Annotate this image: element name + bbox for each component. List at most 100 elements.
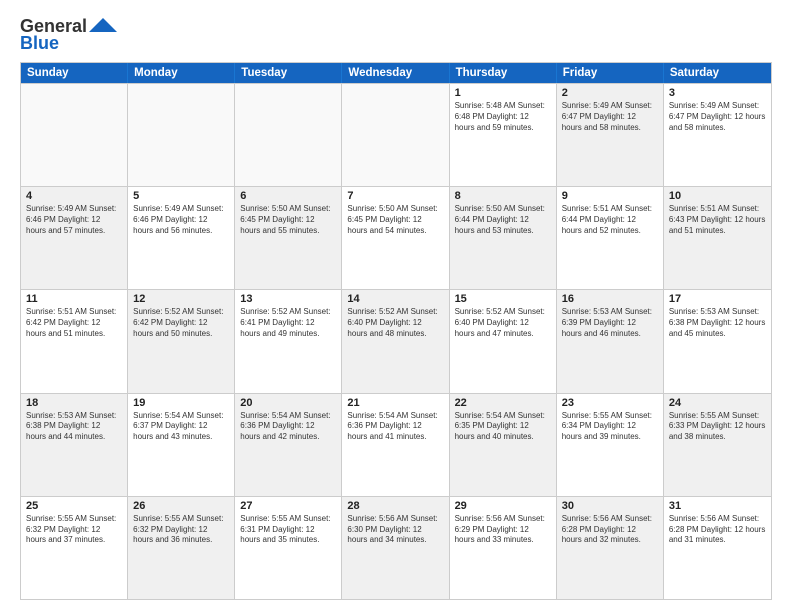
calendar-cell: [235, 84, 342, 186]
calendar-cell: 23 Sunrise: 5:55 AM Sunset: 6:34 PM Dayli…: [557, 394, 664, 496]
calendar-cell: [128, 84, 235, 186]
calendar-cell: 6Sunrise: 5:50 AM Sunset: 6:45 PM Daylig…: [235, 187, 342, 289]
calendar-cell: 26 Sunrise: 5:55 AM Sunset: 6:32 PM Dayli…: [128, 497, 235, 599]
day-info: Sunrise: 5:56 AM Sunset: 6:30 PM Dayligh…: [347, 514, 443, 546]
calendar-week-2: 4Sunrise: 5:49 AM Sunset: 6:46 PM Daylig…: [21, 186, 771, 289]
logo-blue: Blue: [20, 33, 59, 54]
calendar-cell: 24Sunrise: 5:55 AM Sunset: 6:33 PM Dayli…: [664, 394, 771, 496]
calendar-week-4: 18Sunrise: 5:53 AM Sunset: 6:38 PM Dayli…: [21, 393, 771, 496]
calendar-cell: [21, 84, 128, 186]
day-info: Sunrise: 5:56 AM Sunset: 6:29 PM Dayligh…: [455, 514, 551, 546]
calendar-cell: 31 Sunrise: 5:56 AM Sunset: 6:28 PM Dayli…: [664, 497, 771, 599]
calendar-header-wednesday: Wednesday: [342, 63, 449, 83]
calendar-cell: 9 Sunrise: 5:51 AM Sunset: 6:44 PM Daylig…: [557, 187, 664, 289]
day-info: Sunrise: 5:56 AM Sunset: 6:28 PM Dayligh…: [669, 514, 766, 546]
day-info: Sunrise: 5:55 AM Sunset: 6:31 PM Dayligh…: [240, 514, 336, 546]
day-number: 20: [240, 397, 336, 409]
calendar-cell: 18Sunrise: 5:53 AM Sunset: 6:38 PM Dayli…: [21, 394, 128, 496]
calendar-cell: 4Sunrise: 5:49 AM Sunset: 6:46 PM Daylig…: [21, 187, 128, 289]
calendar-cell: 28 Sunrise: 5:56 AM Sunset: 6:30 PM Dayli…: [342, 497, 449, 599]
day-info: Sunrise: 5:54 AM Sunset: 6:37 PM Dayligh…: [133, 411, 229, 443]
calendar-cell: 29 Sunrise: 5:56 AM Sunset: 6:29 PM Dayli…: [450, 497, 557, 599]
calendar-cell: 3 Sunrise: 5:49 AM Sunset: 6:47 PM Daylig…: [664, 84, 771, 186]
day-number: 12: [133, 293, 229, 305]
day-number: 18: [26, 397, 122, 409]
calendar-cell: 25Sunrise: 5:55 AM Sunset: 6:32 PM Dayli…: [21, 497, 128, 599]
day-info: Sunrise: 5:52 AM Sunset: 6:41 PM Dayligh…: [240, 307, 336, 339]
day-number: 25: [26, 500, 122, 512]
day-number: 21: [347, 397, 443, 409]
logo: General Blue: [20, 16, 117, 54]
day-number: 8: [455, 190, 551, 202]
day-number: 3: [669, 87, 766, 99]
calendar-header-thursday: Thursday: [450, 63, 557, 83]
header: General Blue: [20, 16, 772, 54]
day-info: Sunrise: 5:52 AM Sunset: 6:40 PM Dayligh…: [455, 307, 551, 339]
day-info: Sunrise: 5:49 AM Sunset: 6:47 PM Dayligh…: [669, 101, 766, 133]
day-number: 9: [562, 190, 658, 202]
calendar-cell: 14 Sunrise: 5:52 AM Sunset: 6:40 PM Dayli…: [342, 290, 449, 392]
day-info: Sunrise: 5:52 AM Sunset: 6:42 PM Dayligh…: [133, 307, 229, 339]
calendar-cell: 8Sunrise: 5:50 AM Sunset: 6:44 PM Daylig…: [450, 187, 557, 289]
day-info: Sunrise: 5:55 AM Sunset: 6:32 PM Dayligh…: [133, 514, 229, 546]
day-number: 10: [669, 190, 766, 202]
day-info: Sunrise: 5:49 AM Sunset: 6:46 PM Dayligh…: [133, 204, 229, 236]
day-number: 28: [347, 500, 443, 512]
day-number: 22: [455, 397, 551, 409]
calendar-cell: 30 Sunrise: 5:56 AM Sunset: 6:28 PM Dayli…: [557, 497, 664, 599]
calendar-cell: 27 Sunrise: 5:55 AM Sunset: 6:31 PM Dayli…: [235, 497, 342, 599]
day-info: Sunrise: 5:51 AM Sunset: 6:42 PM Dayligh…: [26, 307, 122, 339]
day-info: Sunrise: 5:55 AM Sunset: 6:34 PM Dayligh…: [562, 411, 658, 443]
calendar-cell: [342, 84, 449, 186]
day-number: 19: [133, 397, 229, 409]
day-number: 11: [26, 293, 122, 305]
day-info: Sunrise: 5:50 AM Sunset: 6:45 PM Dayligh…: [347, 204, 443, 236]
day-number: 5: [133, 190, 229, 202]
day-number: 13: [240, 293, 336, 305]
calendar-cell: 19 Sunrise: 5:54 AM Sunset: 6:37 PM Dayli…: [128, 394, 235, 496]
calendar-cell: 17 Sunrise: 5:53 AM Sunset: 6:38 PM Dayli…: [664, 290, 771, 392]
day-info: Sunrise: 5:54 AM Sunset: 6:35 PM Dayligh…: [455, 411, 551, 443]
calendar: SundayMondayTuesdayWednesdayThursdayFrid…: [20, 62, 772, 600]
calendar-cell: 11 Sunrise: 5:51 AM Sunset: 6:42 PM Dayli…: [21, 290, 128, 392]
page: General Blue SundayMondayTuesdayWednesda…: [0, 0, 792, 612]
day-info: Sunrise: 5:54 AM Sunset: 6:36 PM Dayligh…: [347, 411, 443, 443]
day-info: Sunrise: 5:52 AM Sunset: 6:40 PM Dayligh…: [347, 307, 443, 339]
calendar-cell: 1 Sunrise: 5:48 AM Sunset: 6:48 PM Daylig…: [450, 84, 557, 186]
day-number: 16: [562, 293, 658, 305]
day-number: 23: [562, 397, 658, 409]
calendar-header-tuesday: Tuesday: [235, 63, 342, 83]
day-number: 15: [455, 293, 551, 305]
day-number: 31: [669, 500, 766, 512]
day-number: 1: [455, 87, 551, 99]
day-number: 29: [455, 500, 551, 512]
day-info: Sunrise: 5:56 AM Sunset: 6:28 PM Dayligh…: [562, 514, 658, 546]
day-number: 27: [240, 500, 336, 512]
day-info: Sunrise: 5:48 AM Sunset: 6:48 PM Dayligh…: [455, 101, 551, 133]
day-info: Sunrise: 5:54 AM Sunset: 6:36 PM Dayligh…: [240, 411, 336, 443]
calendar-week-5: 25 Sunrise: 5:55 AM Sunset: 6:32 PM Dayli…: [21, 496, 771, 599]
day-info: Sunrise: 5:51 AM Sunset: 6:44 PM Dayligh…: [562, 204, 658, 236]
calendar-cell: 21 Sunrise: 5:54 AM Sunset: 6:36 PM Dayli…: [342, 394, 449, 496]
calendar-body: 1 Sunrise: 5:48 AM Sunset: 6:48 PM Daylig…: [21, 83, 771, 599]
day-info: Sunrise: 5:49 AM Sunset: 6:46 PM Dayligh…: [26, 204, 122, 236]
day-number: 26: [133, 500, 229, 512]
calendar-header-monday: Monday: [128, 63, 235, 83]
day-info: Sunrise: 5:49 AM Sunset: 6:47 PM Dayligh…: [562, 101, 658, 133]
day-info: Sunrise: 5:53 AM Sunset: 6:38 PM Dayligh…: [669, 307, 766, 339]
day-info: Sunrise: 5:55 AM Sunset: 6:33 PM Dayligh…: [669, 411, 766, 443]
day-number: 2: [562, 87, 658, 99]
calendar-header-saturday: Saturday: [664, 63, 771, 83]
calendar-cell: 13 Sunrise: 5:52 AM Sunset: 6:41 PM Dayli…: [235, 290, 342, 392]
calendar-cell: 12 Sunrise: 5:52 AM Sunset: 6:42 PM Dayli…: [128, 290, 235, 392]
calendar-cell: 15 Sunrise: 5:52 AM Sunset: 6:40 PM Dayli…: [450, 290, 557, 392]
day-info: Sunrise: 5:50 AM Sunset: 6:45 PM Dayligh…: [240, 204, 336, 236]
calendar-cell: 16 Sunrise: 5:53 AM Sunset: 6:39 PM Dayli…: [557, 290, 664, 392]
day-number: 14: [347, 293, 443, 305]
calendar-cell: 20 Sunrise: 5:54 AM Sunset: 6:36 PM Dayli…: [235, 394, 342, 496]
calendar-cell: 22 Sunrise: 5:54 AM Sunset: 6:35 PM Dayli…: [450, 394, 557, 496]
day-number: 17: [669, 293, 766, 305]
calendar-cell: 7Sunrise: 5:50 AM Sunset: 6:45 PM Daylig…: [342, 187, 449, 289]
day-info: Sunrise: 5:53 AM Sunset: 6:39 PM Dayligh…: [562, 307, 658, 339]
day-number: 30: [562, 500, 658, 512]
